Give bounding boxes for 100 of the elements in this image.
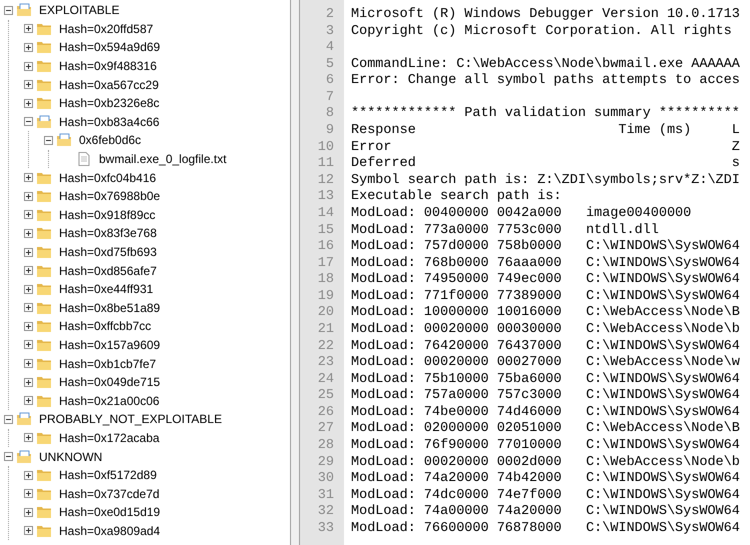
line-number: 28 <box>316 438 335 455</box>
expand-icon[interactable] <box>24 284 33 294</box>
folder-icon <box>36 356 52 371</box>
line-number: 15 <box>316 222 335 240</box>
expand-icon[interactable] <box>24 526 33 536</box>
collapse-icon[interactable] <box>44 136 53 145</box>
folder-icon <box>36 430 52 445</box>
folder-icon <box>36 59 52 74</box>
folder-name[interactable]: Hash=0x20ffd587 <box>58 22 154 36</box>
folder-icon <box>36 319 52 334</box>
folder-name[interactable]: Hash=0x76988b0e <box>58 189 162 204</box>
folder-icon <box>36 375 52 390</box>
file-name[interactable]: bwmail.exe_0_logfile.txt <box>98 152 228 166</box>
folder-icon <box>36 486 52 501</box>
line-number: 29 <box>316 454 335 472</box>
expand-icon[interactable] <box>24 396 33 406</box>
expand-icon[interactable] <box>24 62 33 71</box>
expand-icon[interactable] <box>24 322 33 331</box>
folder-name[interactable]: UNKNOWN <box>38 450 104 464</box>
folder-name[interactable]: Hash=0xd75fb693 <box>58 245 158 260</box>
folder-name[interactable]: Hash=0xfc04b416 <box>58 170 158 185</box>
expand-icon[interactable] <box>24 80 33 90</box>
folder-name[interactable]: Hash=0xd856afe7 <box>58 264 158 278</box>
expand-icon[interactable] <box>24 192 33 201</box>
line-number: 18 <box>316 272 335 289</box>
line-number: 11 <box>316 156 335 173</box>
expand-icon[interactable] <box>24 508 33 517</box>
line-number: 30 <box>316 471 335 488</box>
log-line: Symbol search path is: Z:\ZDI\symbols;srv*Z:\ZDI <box>351 172 740 189</box>
collapse-icon[interactable] <box>4 452 13 462</box>
line-number: 26 <box>316 404 335 422</box>
expand-icon[interactable] <box>24 42 33 52</box>
expand-icon[interactable] <box>24 470 33 480</box>
expand-icon[interactable] <box>24 210 33 220</box>
expand-icon[interactable] <box>24 359 33 368</box>
line-number: 13 <box>316 189 335 206</box>
folder-name[interactable]: Hash=0x9f488316 <box>58 59 158 74</box>
collapse-icon[interactable] <box>24 117 33 126</box>
folder-name[interactable]: Hash=0x737cde7d <box>58 486 160 501</box>
folder-name[interactable]: Hash=0xffcbb7cc <box>58 319 152 334</box>
folder-name[interactable]: Hash=0x594a9d69 <box>58 40 162 54</box>
collapse-icon[interactable] <box>4 6 13 15</box>
log-line: Copyright (c) Microsoft Corporation. All rights <box>351 24 732 40</box>
folder-name[interactable]: 0x6feb0d6c <box>78 133 142 148</box>
log-line: ModLoad: 757a0000 757c3000 C:\WINDOWS\SysWOW64 <box>351 388 740 405</box>
expand-icon[interactable] <box>24 98 33 108</box>
line-number: 27 <box>316 421 335 438</box>
log-line: ModLoad: 00020000 00027000 C:\WebAccess\Node\w <box>351 355 740 372</box>
folder-name[interactable]: Hash=0xa9809ad4 <box>58 524 162 538</box>
folder-icon <box>36 264 52 278</box>
folder-icon <box>36 245 52 260</box>
folder-name[interactable]: Hash=0x918f89cc <box>58 208 156 222</box>
line-number: 10 <box>316 140 335 156</box>
folder-name[interactable]: Hash=0xf5172d89 <box>58 468 158 482</box>
expand-icon[interactable] <box>24 228 33 238</box>
folder-name[interactable]: Hash=0xa567cc29 <box>58 78 160 92</box>
expand-icon[interactable] <box>24 303 33 312</box>
line-number: 31 <box>316 488 335 504</box>
folder-icon <box>36 282 52 296</box>
folder-name[interactable]: Hash=0x83f3e768 <box>58 226 158 240</box>
expand-icon[interactable] <box>24 173 33 182</box>
line-number: 8 <box>324 106 335 124</box>
log-line: ModLoad: 757d0000 758b0000 C:\WINDOWS\SysWOW64 <box>351 239 740 256</box>
line-number: 20 <box>316 305 335 322</box>
expand-icon[interactable] <box>24 340 33 350</box>
log-line: ModLoad: 771f0000 77389000 C:\WINDOWS\SysWOW64 <box>351 288 740 305</box>
open-folder-icon <box>16 3 32 18</box>
folder-icon <box>36 208 52 222</box>
folder-name[interactable]: Hash=0x8be51a89 <box>58 300 162 315</box>
folder-name[interactable]: Hash=0x157a9609 <box>58 338 162 352</box>
folder-name[interactable]: PROBABLY_NOT_EXPLOITABLE <box>38 412 223 426</box>
log-line: ModLoad: 74950000 749ec000 C:\WINDOWS\SysWOW64 <box>351 272 740 289</box>
folder-name[interactable]: Hash=0xb83a4c66 <box>58 114 160 129</box>
expand-icon[interactable] <box>24 266 33 276</box>
folder-name[interactable]: Hash=0xe0d15d19 <box>58 505 162 520</box>
line-number: 22 <box>316 338 335 356</box>
folder-icon <box>36 394 52 408</box>
folder-name[interactable]: Hash=0xb2326e8c <box>58 96 160 110</box>
folder-icon <box>36 505 52 520</box>
folder-name[interactable]: Hash=0x21a00c06 <box>58 394 160 408</box>
log-line: CommandLine: C:\WebAccess\Node\bwmail.exe AAAAAA <box>351 56 740 73</box>
collapse-icon[interactable] <box>4 414 13 424</box>
expand-icon[interactable] <box>24 378 33 387</box>
line-number: 24 <box>316 372 335 388</box>
folder-name[interactable]: Hash=0x049de715 <box>58 375 162 390</box>
expand-icon[interactable] <box>24 24 33 34</box>
log-line: ModLoad: 75b10000 75ba6000 C:\WINDOWS\SysWOW64 <box>351 372 740 388</box>
line-number: 14 <box>316 206 335 223</box>
folder-name[interactable]: Hash=0xe44ff931 <box>58 282 154 296</box>
folder-name[interactable]: EXPLOITABLE <box>38 3 120 18</box>
open-folder-icon <box>16 412 32 426</box>
expand-icon[interactable] <box>24 489 33 498</box>
line-number: 9 <box>324 123 335 140</box>
line-number: 12 <box>316 172 335 190</box>
folder-name[interactable]: Hash=0x172acaba <box>58 430 160 445</box>
log-line: ************* Path validation summary ********** <box>351 106 740 123</box>
expand-icon[interactable] <box>24 433 33 442</box>
expand-icon[interactable] <box>24 248 33 257</box>
line-number: 2 <box>324 7 335 24</box>
folder-name[interactable]: Hash=0xb1cb7fe7 <box>58 356 158 371</box>
